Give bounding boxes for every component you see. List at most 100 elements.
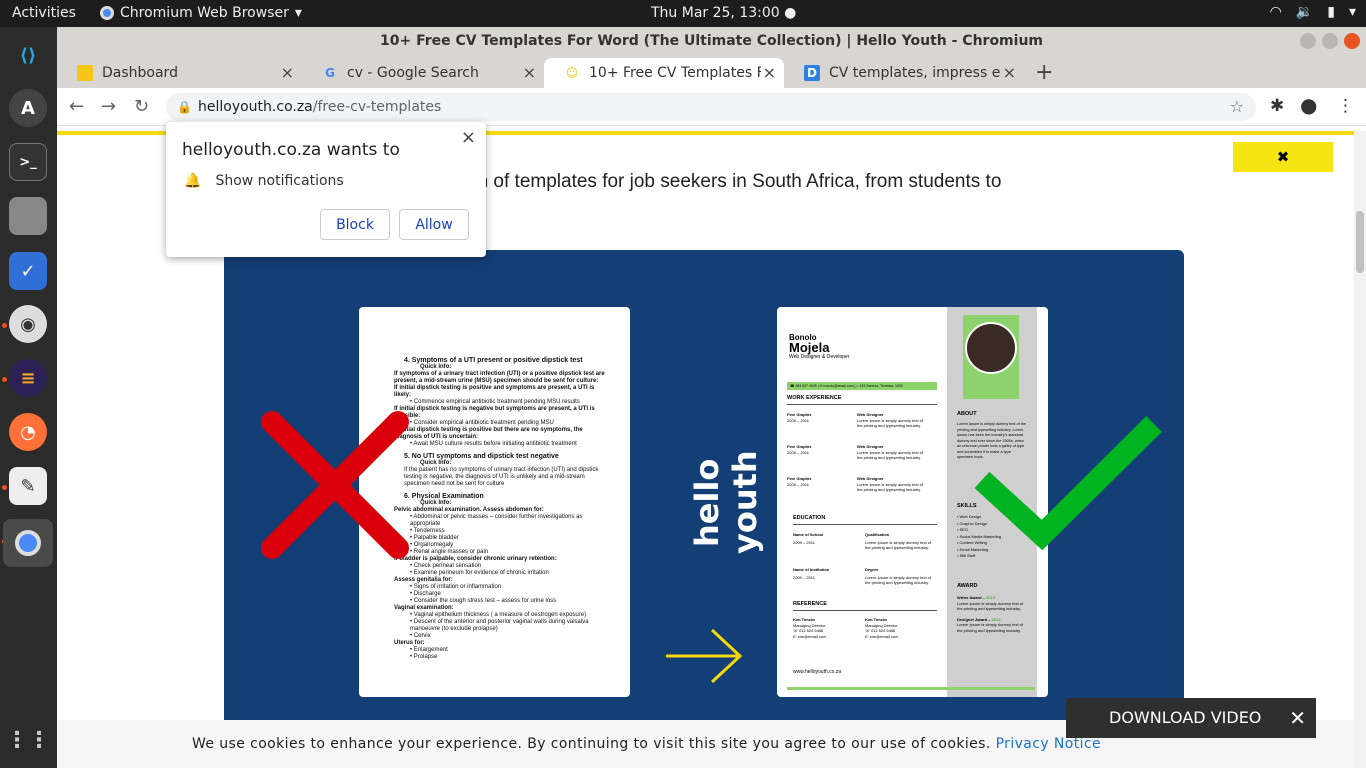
cv-reference-entry: Kim Timcke Managing Director ☏ 011 524 545… xyxy=(793,617,863,639)
tasks-icon[interactable]: ✓ xyxy=(9,252,47,290)
cv-award-entry: Writer Award – 2019 Lorem Ipsum is simply… xyxy=(957,595,1029,612)
profile-avatar-icon[interactable]: ● xyxy=(1300,93,1317,117)
cv-ref-email: E: kim@email.com xyxy=(865,633,899,639)
document-line: If initial dipstick testing is negative … xyxy=(394,406,595,419)
running-indicator xyxy=(2,323,7,328)
document-line: Vaginal examination: xyxy=(394,605,454,611)
running-indicator xyxy=(2,485,7,490)
window-close-button[interactable] xyxy=(1344,33,1360,49)
lock-icon[interactable]: 🔒 xyxy=(177,93,192,121)
cv-award-desc: Lorem Ipsum is simply dummy text of the … xyxy=(957,600,1024,612)
block-button[interactable]: Block xyxy=(320,209,390,240)
address-path: /free-cv-templates xyxy=(312,99,442,115)
cookie-close-button[interactable]: ✖ xyxy=(1233,142,1333,172)
firefox-icon[interactable]: ◔ xyxy=(9,413,47,451)
cv-job-title: Web Designer xyxy=(857,412,884,417)
download-video-bar[interactable]: DOWNLOAD VIDEO ✕ xyxy=(1066,698,1316,738)
privacy-notice-link[interactable]: Privacy Notice xyxy=(996,736,1101,752)
terminal-icon[interactable]: >_ xyxy=(9,143,47,181)
scrollbar-thumb[interactable] xyxy=(1356,211,1364,273)
tab-dashboard[interactable]: Dashboard × xyxy=(57,58,302,88)
cv-job-entry: Fine Graphix 2009 – 2011 Web Designer Lorem… xyxy=(787,444,942,476)
activities-button[interactable]: Activities xyxy=(12,5,76,21)
cv-reference-heading: REFERENCE xyxy=(793,601,827,607)
cv-contact-strip: ☎ 084 527 4925 | ✉ bonolo@email.com | ⌂ … xyxy=(787,382,937,390)
text-editor-icon[interactable]: ✎ xyxy=(9,467,47,505)
chromium-dock-icon[interactable] xyxy=(3,519,53,567)
cv-award-name: Designer Award – xyxy=(957,616,992,622)
cv-work-heading: WORK EXPERIENCE xyxy=(787,395,842,401)
cv-job-title: Web Designer xyxy=(857,476,884,481)
helloyouth-favicon-icon: ☺ xyxy=(565,66,579,80)
bell-icon: 🔔 xyxy=(184,173,202,189)
cv-job-desc: Lorem Ipsum is simply dummy text of the … xyxy=(857,450,924,460)
cookie-text: We use cookies to enhance your experienc… xyxy=(192,736,991,752)
software-updater-icon[interactable]: A xyxy=(9,89,47,127)
clock[interactable]: Thu Mar 25, 13:00 ● xyxy=(651,5,796,21)
document-line: • Signs of irritation or inflammation xyxy=(410,584,502,590)
system-tray[interactable]: ◠ 🔉 ▮ ▾ xyxy=(1270,4,1356,20)
files-icon[interactable] xyxy=(9,197,47,235)
tab-cv-impress[interactable]: D CV templates, impress em × xyxy=(784,58,1024,88)
d-favicon-icon: D xyxy=(804,65,820,81)
cv-education-entry: Name of School 2009 – 2011 Qualification Lo… xyxy=(793,532,943,567)
red-cross-icon xyxy=(261,411,409,559)
document-line: Assess genitalia for: xyxy=(394,577,453,583)
cv-job-desc: Lorem Ipsum is simply dummy text of the … xyxy=(857,418,924,428)
wifi-icon: ◠ xyxy=(1269,4,1282,20)
minimize-button[interactable] xyxy=(1300,33,1316,49)
document-line: If bladder is palpable, consider chronic… xyxy=(394,556,557,562)
back-arrow-icon[interactable]: ← xyxy=(69,96,84,117)
document-line: • Descent of the anterior and posterior … xyxy=(410,619,589,632)
maximize-button[interactable] xyxy=(1322,33,1338,49)
notification-title: helloyouth.co.za wants to xyxy=(182,140,400,160)
cv-last-name: Mojela xyxy=(789,340,830,355)
document-line: • Tenderness xyxy=(410,528,445,534)
tab-cv-templates[interactable]: ☺ 10+ Free CV Templates For × xyxy=(544,58,784,88)
reload-icon[interactable]: ↻ xyxy=(134,96,149,117)
window-title: 10+ Free CV Templates For Word (The Ulti… xyxy=(379,33,1044,49)
tab-label: Dashboard xyxy=(102,65,178,81)
cv-edu-label: Name of Institution xyxy=(793,567,830,572)
document-line: • Discharge xyxy=(410,591,441,597)
eclipse-icon[interactable]: ≡ xyxy=(9,359,47,397)
app-menu[interactable]: Chromium Web Browser ▾ xyxy=(100,5,302,21)
vscode-icon[interactable]: ⟨⟩ xyxy=(9,36,47,74)
cv-award-name: Writer Award – xyxy=(957,595,987,600)
notification-item: Show notifications xyxy=(215,173,344,189)
extensions-puzzle-icon[interactable]: ✱ xyxy=(1270,96,1284,116)
chromium-icon xyxy=(100,6,114,20)
tab-close-icon[interactable]: × xyxy=(1003,63,1016,82)
allow-button[interactable]: Allow xyxy=(399,209,469,240)
tab-close-icon[interactable]: × xyxy=(763,63,776,82)
app-menu-label: Chromium Web Browser xyxy=(120,5,289,21)
tab-close-icon[interactable]: × xyxy=(281,63,294,82)
intro-text: on of templates for job seekers in South… xyxy=(467,171,1002,192)
show-applications-icon[interactable]: ⋮⋮ xyxy=(6,721,50,759)
tab-google-search[interactable]: G cv - Google Search × xyxy=(302,58,544,88)
bookmark-star-icon[interactable]: ☆ xyxy=(1230,93,1244,121)
cv-edu-desc: Lorem Ipsum is simply dummy text of the … xyxy=(865,540,932,550)
document-line: Quick Info: xyxy=(420,364,452,370)
browser-menu-icon[interactable]: ⋮ xyxy=(1337,96,1354,116)
document-line: Quick Info: xyxy=(420,460,452,466)
document-line: • Await MSU culture results before initi… xyxy=(410,441,577,447)
battery-icon: ▮ xyxy=(1327,4,1335,20)
cv-job-years: 2009 – 2011 xyxy=(787,482,809,487)
document-line: • Commence empirical antibiotic treatmen… xyxy=(410,399,580,405)
close-icon[interactable]: ✕ xyxy=(1289,698,1306,738)
page-scrollbar[interactable] xyxy=(1354,131,1366,768)
cv-award-heading: AWARD xyxy=(957,583,978,589)
hello-youth-logo: hello youth xyxy=(688,450,764,555)
running-indicator xyxy=(2,377,7,382)
document-line: • Renal angle masses or pain xyxy=(410,549,489,555)
tab-close-icon[interactable]: × xyxy=(523,63,536,82)
cv-job-company: Fine Graphix xyxy=(787,412,812,417)
close-icon[interactable]: × xyxy=(461,127,476,148)
document-line: • Cervix xyxy=(410,633,431,639)
document-line: • Prolapse xyxy=(410,654,438,660)
forward-arrow-icon[interactable]: → xyxy=(101,96,116,117)
new-tab-button[interactable]: + xyxy=(1035,60,1053,85)
address-bar[interactable]: 🔒 helloyouth.co.za/free-cv-templates ☆ xyxy=(166,93,1256,121)
speaker-app-icon[interactable]: ◉ xyxy=(9,305,47,343)
